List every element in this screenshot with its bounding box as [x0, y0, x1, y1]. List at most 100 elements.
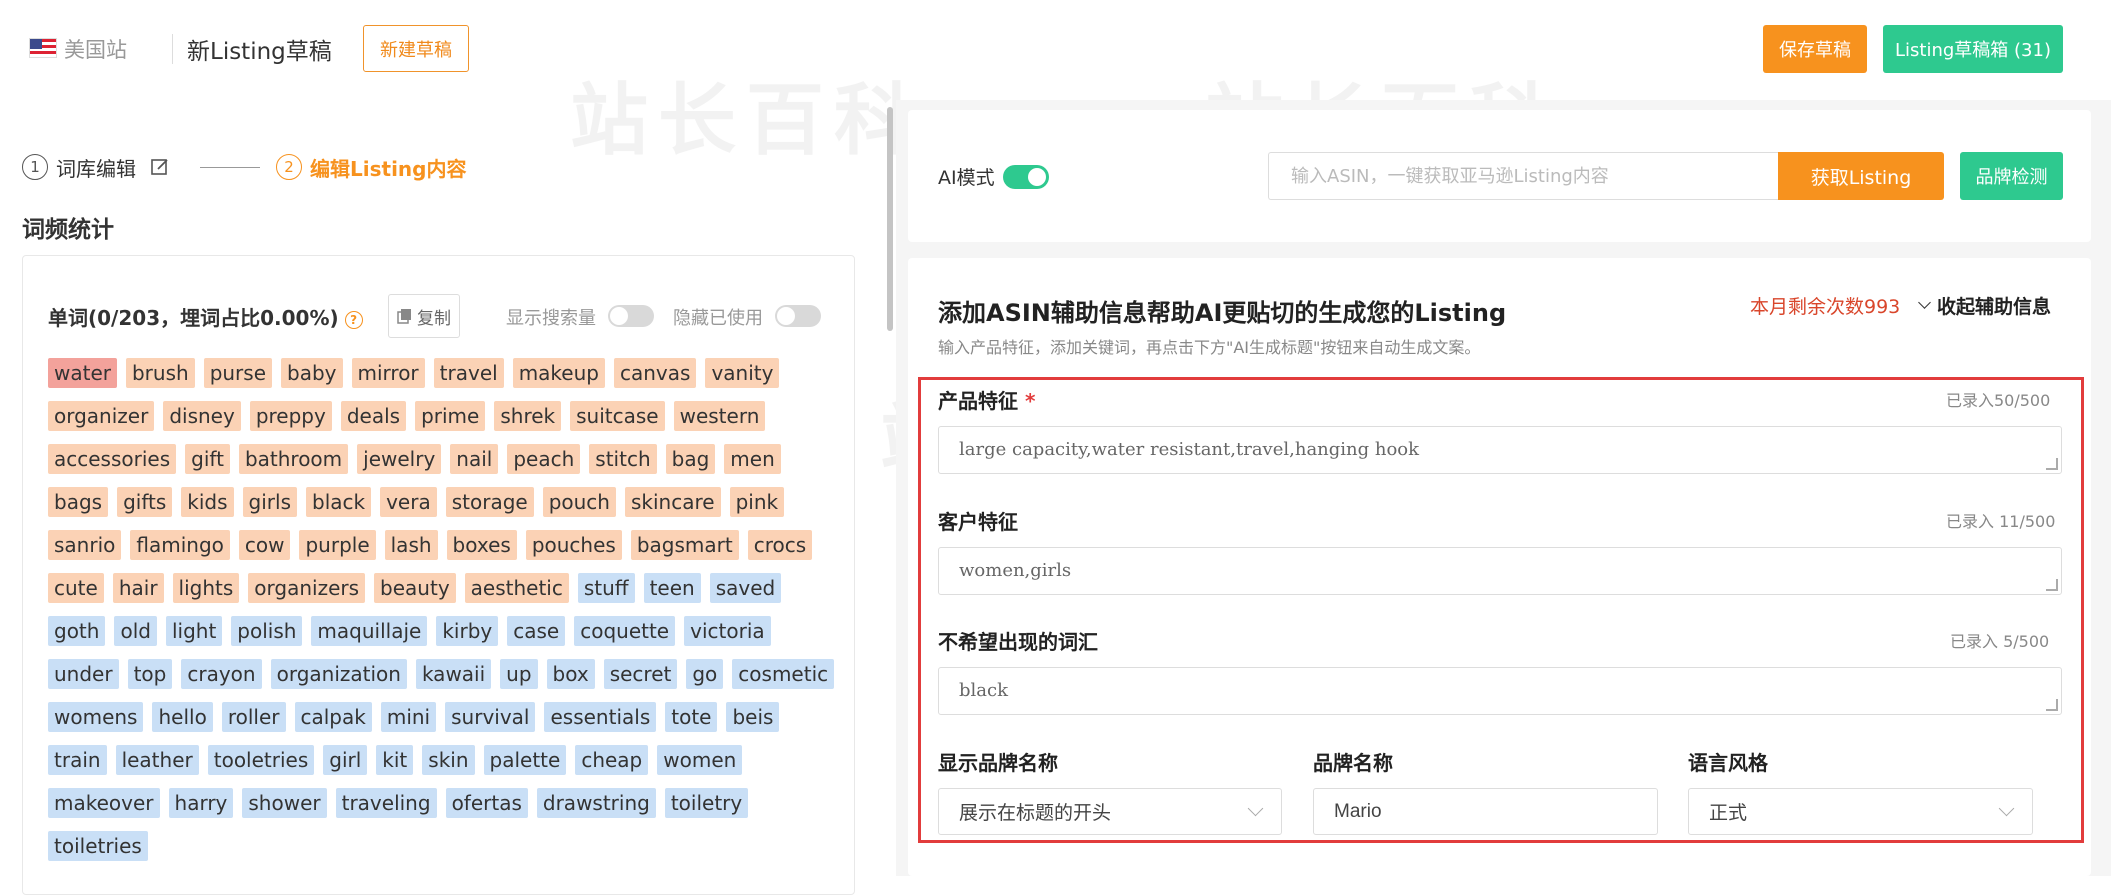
word-tag[interactable]: western: [673, 401, 766, 431]
word-tag[interactable]: purse: [203, 358, 273, 388]
word-tag[interactable]: palette: [483, 745, 567, 775]
word-tag[interactable]: nail: [450, 444, 499, 474]
word-tag[interactable]: maquillaje: [311, 616, 428, 646]
word-tag[interactable]: secret: [603, 659, 678, 689]
word-tag[interactable]: purple: [299, 530, 376, 560]
word-tag[interactable]: women: [657, 745, 743, 775]
word-tag[interactable]: bag: [665, 444, 716, 474]
word-tag[interactable]: shower: [242, 788, 327, 818]
word-tag[interactable]: brush: [125, 358, 195, 388]
help-icon[interactable]: ?: [344, 310, 363, 329]
word-tag[interactable]: up: [500, 659, 538, 689]
word-tag[interactable]: deals: [340, 401, 407, 431]
word-tag[interactable]: bags: [48, 487, 109, 517]
word-tag[interactable]: top: [127, 659, 173, 689]
word-tag[interactable]: saved: [709, 573, 782, 603]
word-tag[interactable]: prime: [415, 401, 486, 431]
word-tag[interactable]: traveling: [335, 788, 437, 818]
new-draft-button[interactable]: 新建草稿: [363, 25, 469, 72]
word-tag[interactable]: travel: [433, 358, 504, 388]
word-tag[interactable]: accessories: [48, 444, 177, 474]
word-tag[interactable]: sanrio: [48, 530, 122, 560]
site-selector[interactable]: 美国站: [64, 34, 127, 64]
word-tag[interactable]: toiletries: [48, 831, 148, 861]
word-tag[interactable]: box: [546, 659, 595, 689]
word-tag[interactable]: kawaii: [415, 659, 492, 689]
word-tag[interactable]: pink: [729, 487, 785, 517]
word-tag[interactable]: pouch: [542, 487, 616, 517]
word-tag[interactable]: beauty: [374, 573, 456, 603]
word-tag[interactable]: vanity: [705, 358, 780, 388]
word-tag[interactable]: hair: [112, 573, 164, 603]
word-tag[interactable]: light: [165, 616, 223, 646]
word-tag[interactable]: womens: [48, 702, 144, 732]
word-tag[interactable]: crocs: [747, 530, 813, 560]
word-tag[interactable]: shrek: [494, 401, 562, 431]
word-tag[interactable]: flamingo: [130, 530, 230, 560]
scrollbar[interactable]: [887, 107, 893, 331]
word-tag[interactable]: stitch: [589, 444, 657, 474]
word-tag[interactable]: calpak: [294, 702, 372, 732]
word-tag[interactable]: crayon: [181, 659, 262, 689]
copy-button[interactable]: 复制: [388, 294, 460, 338]
word-tag[interactable]: girls: [242, 487, 297, 517]
customer-features-textarea[interactable]: women,girls: [938, 547, 2062, 595]
word-tag[interactable]: lash: [384, 530, 438, 560]
word-tag[interactable]: cow: [238, 530, 291, 560]
word-tag[interactable]: men: [724, 444, 781, 474]
word-tag[interactable]: essentials: [544, 702, 657, 732]
word-tag[interactable]: preppy: [249, 401, 332, 431]
word-tag[interactable]: jewelry: [357, 444, 442, 474]
word-tag[interactable]: makeover: [48, 788, 160, 818]
fetch-listing-button[interactable]: 获取Listing: [1778, 152, 1944, 200]
word-tag[interactable]: leather: [115, 745, 199, 775]
word-tag[interactable]: lights: [172, 573, 240, 603]
asin-input[interactable]: [1268, 152, 1778, 200]
word-tag[interactable]: skin: [422, 745, 475, 775]
step-label-edit-listing[interactable]: 编辑Listing内容: [310, 153, 466, 182]
word-tag[interactable]: toiletry: [664, 788, 749, 818]
word-tag[interactable]: organizer: [48, 401, 155, 431]
show-search-toggle[interactable]: [608, 305, 654, 327]
word-tag[interactable]: kids: [181, 487, 234, 517]
word-tag[interactable]: disney: [163, 401, 241, 431]
word-tag[interactable]: survival: [445, 702, 536, 732]
word-tag[interactable]: tote: [665, 702, 718, 732]
product-features-textarea[interactable]: large capacity,water resistant,travel,ha…: [938, 426, 2062, 474]
word-tag[interactable]: girl: [323, 745, 368, 775]
word-tag[interactable]: storage: [445, 487, 534, 517]
word-tag[interactable]: harry: [168, 788, 234, 818]
word-tag[interactable]: drawstring: [536, 788, 656, 818]
step-label-edit-library[interactable]: 词库编辑: [56, 153, 136, 182]
word-tag[interactable]: organization: [270, 659, 407, 689]
word-tag[interactable]: old: [114, 616, 157, 646]
ai-mode-toggle[interactable]: [1003, 165, 1049, 189]
word-tag[interactable]: gifts: [117, 487, 173, 517]
word-tag[interactable]: train: [48, 745, 107, 775]
draft-box-button[interactable]: Listing草稿箱 (31): [1883, 25, 2063, 73]
word-tag[interactable]: case: [507, 616, 566, 646]
brand-check-button[interactable]: 品牌检测: [1960, 152, 2063, 200]
word-tag[interactable]: tooletries: [207, 745, 315, 775]
brand-name-input[interactable]: Mario: [1313, 788, 1658, 835]
word-tag[interactable]: goth: [48, 616, 106, 646]
word-tag[interactable]: suitcase: [570, 401, 665, 431]
word-tag[interactable]: kit: [376, 745, 414, 775]
save-draft-button[interactable]: 保存草稿: [1763, 25, 1867, 73]
word-tag[interactable]: victoria: [684, 616, 771, 646]
brand-display-select[interactable]: 展示在标题的开头: [938, 788, 1282, 835]
word-tag[interactable]: roller: [221, 702, 286, 732]
edit-icon[interactable]: [150, 157, 170, 177]
word-tag[interactable]: bathroom: [238, 444, 349, 474]
word-tag[interactable]: beis: [726, 702, 780, 732]
word-tag[interactable]: go: [686, 659, 724, 689]
word-tag[interactable]: under: [48, 659, 119, 689]
word-tag[interactable]: hello: [152, 702, 213, 732]
language-style-select[interactable]: 正式: [1688, 788, 2033, 835]
word-tag[interactable]: skincare: [624, 487, 721, 517]
word-tag[interactable]: organizers: [248, 573, 366, 603]
word-tag[interactable]: pouches: [525, 530, 622, 560]
word-tag[interactable]: stuff: [577, 573, 635, 603]
word-tag[interactable]: makeup: [512, 358, 605, 388]
word-tag[interactable]: aesthetic: [464, 573, 569, 603]
